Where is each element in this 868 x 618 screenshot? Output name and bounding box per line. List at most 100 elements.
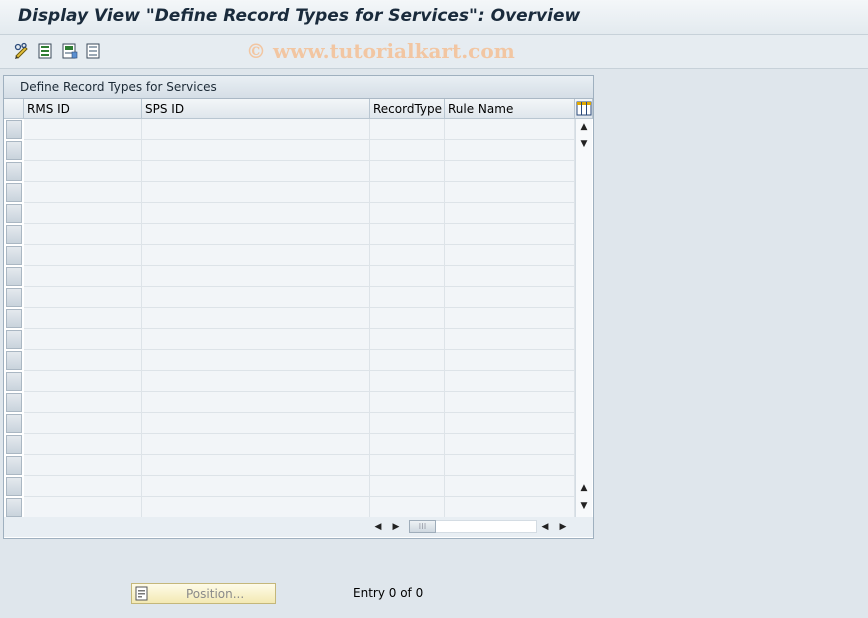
table-cell[interactable] bbox=[370, 329, 445, 350]
deselect-all-icon[interactable] bbox=[85, 42, 103, 60]
row-selector[interactable] bbox=[6, 435, 22, 454]
table-cell[interactable] bbox=[142, 182, 370, 203]
table-cell[interactable] bbox=[370, 287, 445, 308]
horizontal-scroll-thumb[interactable]: ⁝⁝⁝ bbox=[409, 520, 436, 533]
table-cell[interactable] bbox=[370, 140, 445, 161]
table-cell[interactable] bbox=[445, 329, 575, 350]
row-selector[interactable] bbox=[6, 204, 22, 223]
table-cell[interactable] bbox=[445, 224, 575, 245]
table-cell[interactable] bbox=[445, 203, 575, 224]
column-header-sps-id[interactable]: SPS ID bbox=[142, 99, 370, 119]
table-cell[interactable] bbox=[370, 119, 445, 140]
row-selector[interactable] bbox=[6, 477, 22, 496]
table-cell[interactable] bbox=[24, 350, 142, 371]
row-selector[interactable] bbox=[6, 288, 22, 307]
table-cell[interactable] bbox=[370, 476, 445, 497]
table-cell[interactable] bbox=[445, 476, 575, 497]
row-selector[interactable] bbox=[6, 120, 22, 139]
row-selector[interactable] bbox=[6, 372, 22, 391]
table-cell[interactable] bbox=[24, 476, 142, 497]
table-cell[interactable] bbox=[445, 308, 575, 329]
table-cell[interactable] bbox=[370, 413, 445, 434]
position-button[interactable]: Position... bbox=[131, 583, 276, 604]
table-cell[interactable] bbox=[445, 287, 575, 308]
table-cell[interactable] bbox=[445, 434, 575, 455]
table-cell[interactable] bbox=[142, 266, 370, 287]
scroll-up-icon[interactable]: ▲ bbox=[576, 119, 592, 135]
table-cell[interactable] bbox=[142, 140, 370, 161]
select-all-icon[interactable] bbox=[37, 42, 55, 60]
table-cell[interactable] bbox=[142, 434, 370, 455]
table-cell[interactable] bbox=[24, 266, 142, 287]
table-cell[interactable] bbox=[24, 413, 142, 434]
table-cell[interactable] bbox=[142, 308, 370, 329]
column-header-rms-id[interactable]: RMS ID bbox=[24, 99, 142, 119]
table-cell[interactable] bbox=[142, 476, 370, 497]
table-cell[interactable] bbox=[445, 350, 575, 371]
table-cell[interactable] bbox=[370, 392, 445, 413]
table-cell[interactable] bbox=[142, 371, 370, 392]
table-cell[interactable] bbox=[24, 329, 142, 350]
table-cell[interactable] bbox=[142, 392, 370, 413]
table-cell[interactable] bbox=[24, 161, 142, 182]
scroll-first-column-icon[interactable]: ◀ bbox=[538, 519, 552, 535]
scroll-left-icon[interactable]: ◀ bbox=[371, 519, 385, 535]
table-cell[interactable] bbox=[370, 371, 445, 392]
table-cell[interactable] bbox=[370, 434, 445, 455]
table-cell[interactable] bbox=[24, 140, 142, 161]
table-cell[interactable] bbox=[24, 224, 142, 245]
table-cell[interactable] bbox=[445, 413, 575, 434]
table-cell[interactable] bbox=[370, 182, 445, 203]
table-cell[interactable] bbox=[445, 371, 575, 392]
row-selector[interactable] bbox=[6, 351, 22, 370]
row-selector[interactable] bbox=[6, 456, 22, 475]
table-cell[interactable] bbox=[24, 434, 142, 455]
table-cell[interactable] bbox=[142, 224, 370, 245]
table-cell[interactable] bbox=[445, 182, 575, 203]
scroll-down-icon[interactable]: ▼ bbox=[576, 136, 592, 152]
table-cell[interactable] bbox=[24, 455, 142, 476]
table-cell[interactable] bbox=[24, 182, 142, 203]
row-selector[interactable] bbox=[6, 498, 22, 517]
table-cell[interactable] bbox=[142, 413, 370, 434]
select-all-rows-header[interactable] bbox=[4, 99, 24, 119]
row-selector[interactable] bbox=[6, 267, 22, 286]
row-selector[interactable] bbox=[6, 246, 22, 265]
table-cell[interactable] bbox=[445, 455, 575, 476]
table-cell[interactable] bbox=[142, 119, 370, 140]
table-cell[interactable] bbox=[370, 266, 445, 287]
table-cell[interactable] bbox=[445, 161, 575, 182]
table-cell[interactable] bbox=[370, 308, 445, 329]
change-pencil-icon[interactable] bbox=[13, 42, 31, 60]
row-selector[interactable] bbox=[6, 330, 22, 349]
row-selector[interactable] bbox=[6, 393, 22, 412]
scroll-last-column-icon[interactable]: ▶ bbox=[556, 519, 570, 535]
table-cell[interactable] bbox=[370, 350, 445, 371]
table-cell[interactable] bbox=[24, 287, 142, 308]
table-cell[interactable] bbox=[24, 308, 142, 329]
table-settings-button[interactable] bbox=[575, 99, 593, 119]
table-cell[interactable] bbox=[370, 203, 445, 224]
row-selector[interactable] bbox=[6, 225, 22, 244]
row-selector[interactable] bbox=[6, 309, 22, 328]
scroll-page-up-icon[interactable]: ▲ bbox=[576, 480, 592, 496]
table-cell[interactable] bbox=[445, 497, 575, 518]
table-cell[interactable] bbox=[142, 350, 370, 371]
table-cell[interactable] bbox=[24, 392, 142, 413]
row-selector[interactable] bbox=[6, 141, 22, 160]
table-cell[interactable] bbox=[142, 497, 370, 518]
horizontal-scrollbar[interactable]: ◀ ▶ ⁝⁝⁝ ◀ ▶ bbox=[4, 517, 593, 537]
table-cell[interactable] bbox=[142, 455, 370, 476]
table-cell[interactable] bbox=[445, 245, 575, 266]
column-header-rule-name[interactable]: Rule Name bbox=[445, 99, 575, 119]
table-cell[interactable] bbox=[370, 161, 445, 182]
row-selector[interactable] bbox=[6, 414, 22, 433]
table-cell[interactable] bbox=[142, 245, 370, 266]
table-cell[interactable] bbox=[445, 119, 575, 140]
column-header-recordtype[interactable]: RecordType bbox=[370, 99, 445, 119]
row-selector[interactable] bbox=[6, 183, 22, 202]
table-cell[interactable] bbox=[445, 266, 575, 287]
table-cell[interactable] bbox=[370, 224, 445, 245]
table-cell[interactable] bbox=[370, 497, 445, 518]
table-cell[interactable] bbox=[24, 245, 142, 266]
